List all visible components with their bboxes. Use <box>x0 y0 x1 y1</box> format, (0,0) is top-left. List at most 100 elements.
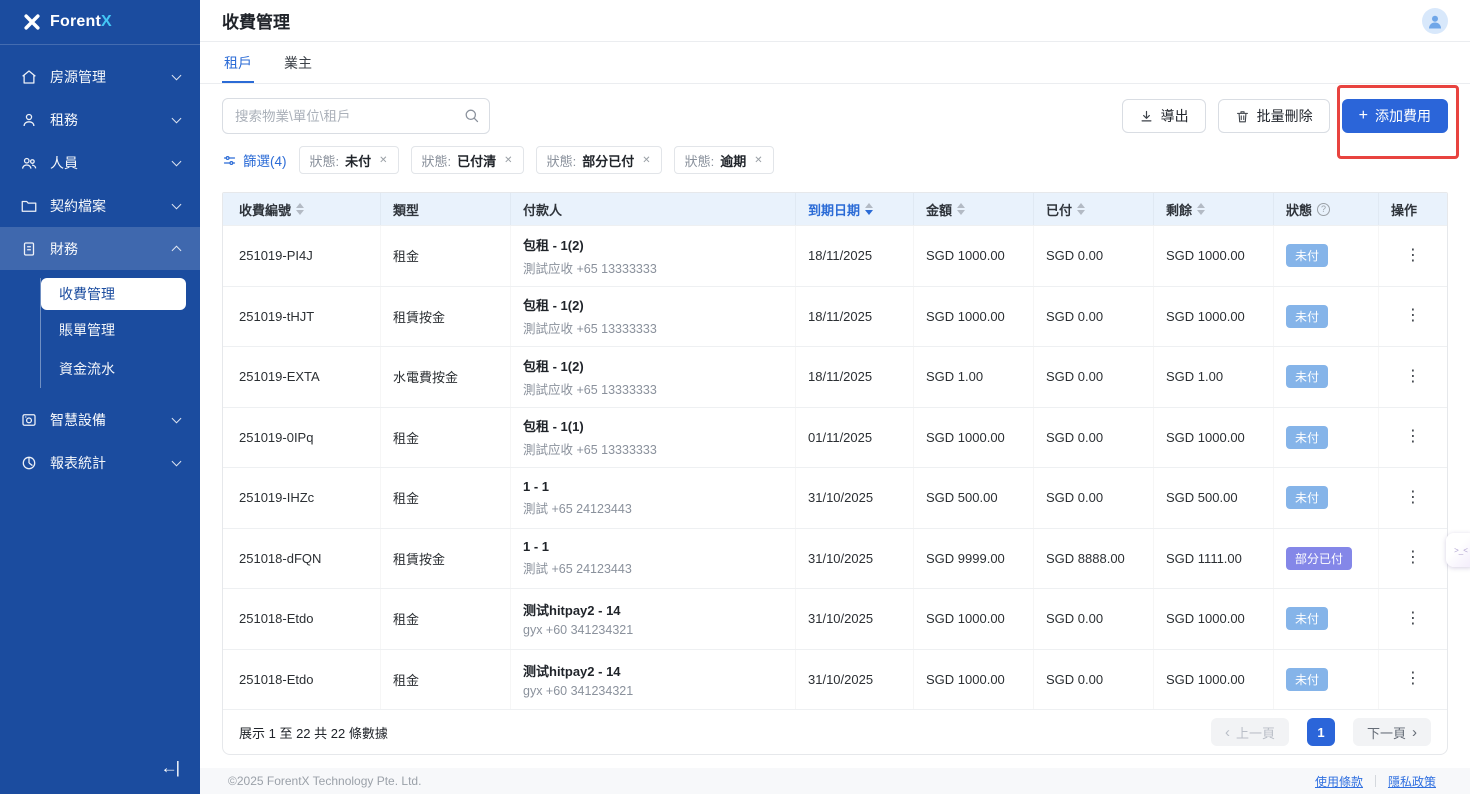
sidebar-item-device[interactable]: 智慧設備 <box>0 398 200 441</box>
column-header[interactable]: 金額 <box>914 193 1034 225</box>
sidebar-subitem-item[interactable]: 資金流水 <box>41 349 200 388</box>
cell-due-date: 01/11/2025 <box>796 408 914 468</box>
sidebar-item-finance[interactable]: 財務 <box>0 227 200 270</box>
column-header[interactable]: 到期日期 <box>796 193 914 225</box>
prev-page-label: 上一頁 <box>1236 723 1275 742</box>
cell-amount: SGD 1000.00 <box>914 650 1034 710</box>
payer-contact: gyx +60 341234321 <box>523 684 783 698</box>
chevron-down-icon <box>172 113 182 123</box>
status-badge: 未付 <box>1286 607 1328 630</box>
cell-due-date: 31/10/2025 <box>796 589 914 649</box>
chip-remove-icon[interactable]: ✕ <box>640 155 650 166</box>
filter-chip: 狀態: 未付✕ <box>299 146 399 174</box>
row-actions-button[interactable]: ⋮ <box>1405 308 1421 324</box>
column-header[interactable]: 剩餘 <box>1154 193 1274 225</box>
cell-type: 租金 <box>381 468 511 528</box>
cell-actions: ⋮ <box>1379 408 1447 468</box>
sort-icon[interactable] <box>296 203 304 215</box>
payer-contact: 測試应收 +65 13333333 <box>523 258 783 277</box>
table-row: 251018-Etdo租金测试hitpay2 - 14gyx +60 34123… <box>223 649 1447 710</box>
search-input[interactable] <box>222 98 490 134</box>
cell-payer: 包租 - 1(2)測試应收 +65 13333333 <box>511 347 796 407</box>
cell-type: 租賃按金 <box>381 287 511 347</box>
brand-logo: ForentX <box>0 0 200 44</box>
terms-link[interactable]: 使用條款 <box>1315 773 1363 790</box>
help-icon[interactable]: ? <box>1317 203 1330 216</box>
payer-contact: 測試应收 +65 13333333 <box>523 379 783 398</box>
add-fee-button[interactable]: + 添加費用 <box>1342 99 1448 133</box>
row-actions-button[interactable]: ⋮ <box>1405 429 1421 445</box>
cell-status: 部分已付 <box>1274 529 1379 589</box>
sidebar-item-folder[interactable]: 契約檔案 <box>0 184 200 227</box>
sidebar-item-report[interactable]: 報表統計 <box>0 441 200 484</box>
payer-contact: 測試应收 +65 13333333 <box>523 318 783 337</box>
sidebar-item-person[interactable]: 租務 <box>0 98 200 141</box>
prev-page-button[interactable]: 上一頁 <box>1211 718 1289 746</box>
cell-fee-id: 251019-EXTA <box>223 347 381 407</box>
status-badge: 未付 <box>1286 426 1328 449</box>
chip-remove-icon[interactable]: ✕ <box>502 155 512 166</box>
home-icon <box>20 68 38 86</box>
cell-status: 未付 <box>1274 408 1379 468</box>
filter-sliders-icon <box>222 153 237 168</box>
person-icon <box>20 111 38 129</box>
column-header[interactable]: 已付 <box>1034 193 1154 225</box>
sort-icon[interactable] <box>957 203 965 215</box>
filter-toggle-button[interactable]: 篩選(4) <box>222 150 287 170</box>
next-page-button[interactable]: 下一頁 <box>1353 718 1431 746</box>
table-row: 251018-Etdo租金测试hitpay2 - 14gyx +60 34123… <box>223 588 1447 649</box>
sidebar-submenu-inner: 收費管理賬單管理資金流水 <box>40 278 200 388</box>
folder-icon <box>20 197 38 215</box>
batch-delete-button[interactable]: 批量刪除 <box>1218 99 1330 133</box>
row-actions-button[interactable]: ⋮ <box>1405 550 1421 566</box>
sidebar-collapse-button[interactable]: ←| <box>161 758 178 778</box>
sidebar-item-label: 智慧設備 <box>50 410 161 430</box>
sort-icon[interactable] <box>1077 203 1085 215</box>
report-icon <box>20 454 38 472</box>
filter-chip: 狀態: 部分已付✕ <box>536 146 662 174</box>
cell-type: 水電費按金 <box>381 347 511 407</box>
pagination-summary: 展示 1 至 22 共 22 條數據 <box>239 723 388 742</box>
privacy-link[interactable]: 隱私政策 <box>1388 773 1436 790</box>
content: 導出 批量刪除 + 添加費用 <box>200 84 1470 794</box>
sidebar-subitem-item[interactable]: 賬單管理 <box>41 310 200 349</box>
cell-actions: ⋮ <box>1379 287 1447 347</box>
payer-contact: 測試应收 +65 13333333 <box>523 439 783 458</box>
pagination: 上一頁 1 下一頁 <box>1211 718 1431 746</box>
chip-remove-icon[interactable]: ✕ <box>377 155 387 166</box>
cell-remaining: SGD 1000.00 <box>1154 226 1274 286</box>
floating-widget[interactable]: >_< <box>1446 533 1470 567</box>
chip-value: 已付清 <box>457 151 496 170</box>
sidebar-item-home[interactable]: 房源管理 <box>0 55 200 98</box>
filter-toggle-label: 篩選(4) <box>243 150 287 170</box>
tab-tenant[interactable]: 租戶 <box>224 42 252 83</box>
footer-links: 使用條款 隱私政策 <box>1315 773 1436 790</box>
export-button[interactable]: 導出 <box>1122 99 1206 133</box>
row-actions-button[interactable]: ⋮ <box>1405 248 1421 264</box>
row-actions-button[interactable]: ⋮ <box>1405 611 1421 627</box>
table-row: 251019-IHZc租金1 - 1測試 +65 2412344331/10/2… <box>223 467 1447 528</box>
cell-amount: SGD 1.00 <box>914 347 1034 407</box>
row-actions-button[interactable]: ⋮ <box>1405 490 1421 506</box>
chevron-down-icon <box>172 456 182 466</box>
user-avatar[interactable] <box>1422 8 1448 34</box>
sort-icon[interactable] <box>1197 203 1205 215</box>
table-row: 251019-0IPq租金包租 - 1(1)測試应收 +65 133333330… <box>223 407 1447 468</box>
row-actions-button[interactable]: ⋮ <box>1405 369 1421 385</box>
page-number-button[interactable]: 1 <box>1307 718 1335 746</box>
cell-actions: ⋮ <box>1379 468 1447 528</box>
cell-amount: SGD 9999.00 <box>914 529 1034 589</box>
tab-owner[interactable]: 業主 <box>284 42 312 83</box>
sidebar-nav: 房源管理租務人員契約檔案財務收費管理賬單管理資金流水智慧設備報表統計 <box>0 55 200 484</box>
chip-value: 未付 <box>345 151 371 170</box>
payer-name: 测试hitpay2 - 14 <box>523 600 783 619</box>
cell-payer: 测试hitpay2 - 14gyx +60 341234321 <box>511 650 796 710</box>
sort-icon[interactable] <box>865 203 873 215</box>
cell-due-date: 18/11/2025 <box>796 287 914 347</box>
column-header[interactable]: 收費編號 <box>223 193 381 225</box>
sidebar-item-people[interactable]: 人員 <box>0 141 200 184</box>
row-actions-button[interactable]: ⋮ <box>1405 671 1421 687</box>
sidebar-subitem-active[interactable]: 收費管理 <box>41 278 186 310</box>
topbar: 收費管理 <box>200 0 1470 42</box>
chip-remove-icon[interactable]: ✕ <box>752 155 762 166</box>
